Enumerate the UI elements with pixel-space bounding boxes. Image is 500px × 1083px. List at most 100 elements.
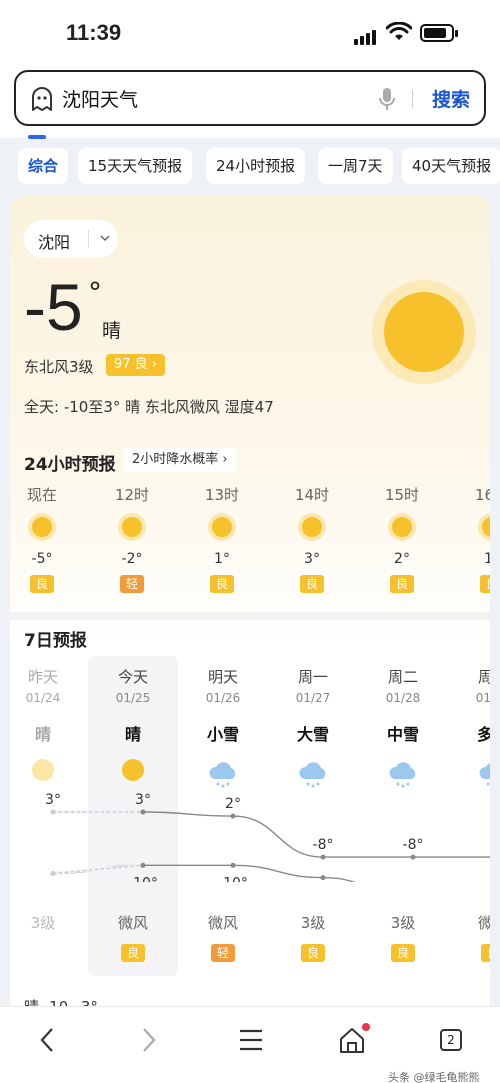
day-weather: 小雪 bbox=[206, 725, 239, 744]
sun-icon bbox=[32, 517, 52, 537]
hourly-title: 24小时预报 bbox=[24, 455, 116, 475]
day-wind: 3级 bbox=[300, 914, 326, 932]
day-date: 01/25 bbox=[115, 691, 151, 705]
day-wind: 3级 bbox=[390, 914, 416, 932]
hourly-item: 14时 3° 良 bbox=[282, 484, 342, 593]
hourly-item: 16时 1° 良 bbox=[462, 484, 490, 593]
temperature-trend-chart: 3°-12°3°-10°2°-10°-8°-13°-8°-18°-8°-18° bbox=[45, 792, 490, 882]
city-name: 沈阳 bbox=[38, 233, 71, 252]
sun-icon bbox=[122, 517, 142, 537]
air-quality-badge: 良 bbox=[120, 944, 145, 962]
day-name: 今天 bbox=[117, 668, 148, 686]
hour-label: 15时 bbox=[384, 486, 420, 504]
day-name: 周一 bbox=[297, 668, 328, 686]
low-temp-point bbox=[320, 875, 326, 881]
city-selector[interactable]: 沈阳 bbox=[24, 220, 118, 258]
forward-arrow-icon[interactable] bbox=[138, 1025, 160, 1055]
hourly-item: 13时 1° 良 bbox=[192, 484, 252, 593]
full-day-summary: 全天: -10至3° 晴 东北风微风 湿度47 bbox=[24, 398, 274, 416]
tab-15-day[interactable]: 15天天气预报 bbox=[78, 148, 193, 184]
hour-label: 13时 bbox=[204, 486, 240, 504]
air-quality-badge: 良 bbox=[389, 575, 414, 593]
menu-icon[interactable] bbox=[238, 1025, 264, 1055]
low-temp-label: -10° bbox=[218, 875, 248, 882]
day-date: 01/27 bbox=[295, 691, 331, 705]
high-temp-point bbox=[50, 809, 56, 815]
high-temp-label: -8° bbox=[313, 837, 334, 853]
high-temp-label: -8° bbox=[403, 837, 424, 853]
air-quality-badge: 良 bbox=[390, 944, 415, 962]
air-quality-badge: 良 bbox=[300, 944, 325, 962]
hour-temperature: 1° bbox=[484, 551, 490, 567]
day-name: 昨天 bbox=[27, 668, 58, 686]
air-quality-badge: 良 bbox=[479, 575, 490, 593]
day-date: 01/26 bbox=[205, 691, 241, 705]
day-date: 01/24 bbox=[25, 691, 61, 705]
search-input[interactable]: 沈阳天气 搜索 bbox=[14, 70, 486, 126]
air-quality-badge: 良 bbox=[29, 575, 54, 593]
hour-temperature: 2° bbox=[394, 551, 410, 567]
tab-40-day[interactable]: 40天气预报 bbox=[402, 148, 500, 184]
section-divider bbox=[10, 612, 490, 620]
day-wind: 微风 bbox=[207, 914, 238, 932]
day-weather: 晴 bbox=[34, 725, 51, 744]
low-temp-point bbox=[140, 862, 146, 868]
status-time: 11:39 bbox=[66, 20, 122, 45]
hour-label: 现在 bbox=[26, 486, 57, 504]
low-temp-point bbox=[50, 871, 56, 876]
search-query: 沈阳天气 bbox=[62, 89, 139, 111]
hourly-item: 15时 2° 良 bbox=[372, 484, 432, 593]
watermark-text: 头条 @绿毛龟熊熊 bbox=[388, 1071, 480, 1083]
day-wind: 3级 bbox=[30, 914, 56, 932]
day-date: 01/29 bbox=[475, 691, 490, 705]
air-quality-badge: 良 bbox=[209, 575, 234, 593]
tab-overview[interactable]: 综合 bbox=[18, 148, 69, 184]
home-icon[interactable] bbox=[338, 1025, 366, 1055]
high-temp-point bbox=[410, 854, 416, 860]
rain-probability-link[interactable]: 2小时降水概率 › bbox=[124, 448, 236, 472]
day-date: 01/28 bbox=[385, 691, 421, 705]
hour-temperature: -2° bbox=[121, 551, 143, 567]
hour-label: 16时 bbox=[474, 486, 490, 504]
weekly-title: 7日预报 bbox=[24, 631, 87, 651]
day-weather: 大雪 bbox=[296, 725, 329, 744]
current-wind: 东北风3级 bbox=[24, 358, 94, 376]
search-button[interactable]: 搜索 bbox=[432, 85, 470, 112]
tab-24-hour[interactable]: 24小时预报 bbox=[206, 148, 306, 184]
browser-toolbar: 2 头条 @绿毛龟熊熊 bbox=[0, 1006, 500, 1083]
high-temp-label: 3° bbox=[45, 792, 61, 808]
high-temp-point bbox=[230, 813, 236, 819]
back-arrow-icon[interactable] bbox=[36, 1025, 58, 1055]
air-quality-badge: 轻 bbox=[119, 575, 144, 593]
day-weather: 中雪 bbox=[386, 725, 419, 744]
tab-count-button[interactable]: 2 bbox=[440, 1029, 462, 1051]
tab-one-week[interactable]: 一周7天 bbox=[318, 148, 393, 184]
hour-label: 12时 bbox=[114, 486, 150, 504]
category-tabs: 综合 15天天气预报 24小时预报 一周7天 40天气预报 bbox=[0, 140, 500, 190]
low-temp-label: -10° bbox=[128, 875, 158, 882]
battery-icon bbox=[420, 24, 458, 42]
high-temp-label: 2° bbox=[225, 796, 241, 812]
weather-card: 沈阳 -5 ° 晴 东北风3级 97 良 › 全天: -10至3° 晴 东北风微… bbox=[10, 196, 490, 1016]
high-temp-point bbox=[320, 854, 326, 860]
wifi-icon bbox=[386, 22, 412, 40]
status-bar: 11:39 bbox=[0, 0, 500, 64]
high-temp-label: 3° bbox=[135, 792, 151, 808]
hour-label: 14时 bbox=[294, 486, 330, 504]
aqi-badge[interactable]: 97 良 › bbox=[106, 354, 166, 376]
day-weather: 多云 bbox=[476, 725, 490, 744]
chevron-down-icon bbox=[100, 235, 110, 242]
current-temperature: -5 bbox=[24, 270, 83, 344]
notification-dot bbox=[362, 1023, 370, 1031]
hourly-item: 现在 -5° 良 bbox=[12, 484, 72, 593]
search-separator bbox=[412, 90, 413, 108]
day-weather: 晴 bbox=[124, 725, 141, 744]
signal-icon bbox=[354, 26, 378, 45]
high-temp-point bbox=[140, 809, 146, 815]
microphone-icon[interactable] bbox=[378, 86, 396, 112]
sun-icon bbox=[372, 280, 476, 384]
tab-indicator bbox=[28, 135, 46, 139]
current-condition: 晴 bbox=[102, 320, 122, 342]
hourly-item: 12时 -2° 轻 bbox=[102, 484, 162, 593]
sun-icon bbox=[392, 517, 412, 537]
